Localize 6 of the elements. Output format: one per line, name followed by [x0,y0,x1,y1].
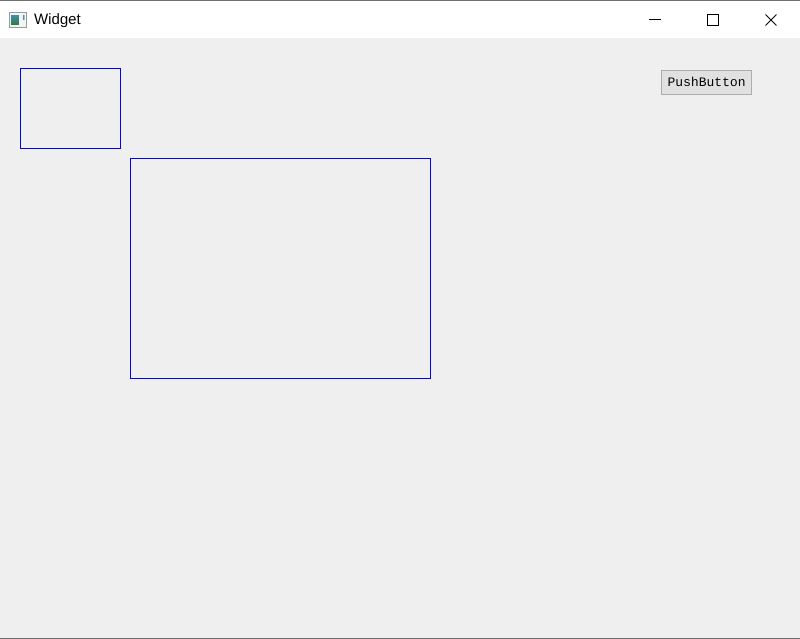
maximize-icon [707,14,719,26]
minimize-icon [649,19,661,20]
push-button[interactable]: PushButton [661,70,752,95]
close-icon [765,14,777,26]
window-title: Widget [34,11,81,28]
window-icon [9,12,27,28]
